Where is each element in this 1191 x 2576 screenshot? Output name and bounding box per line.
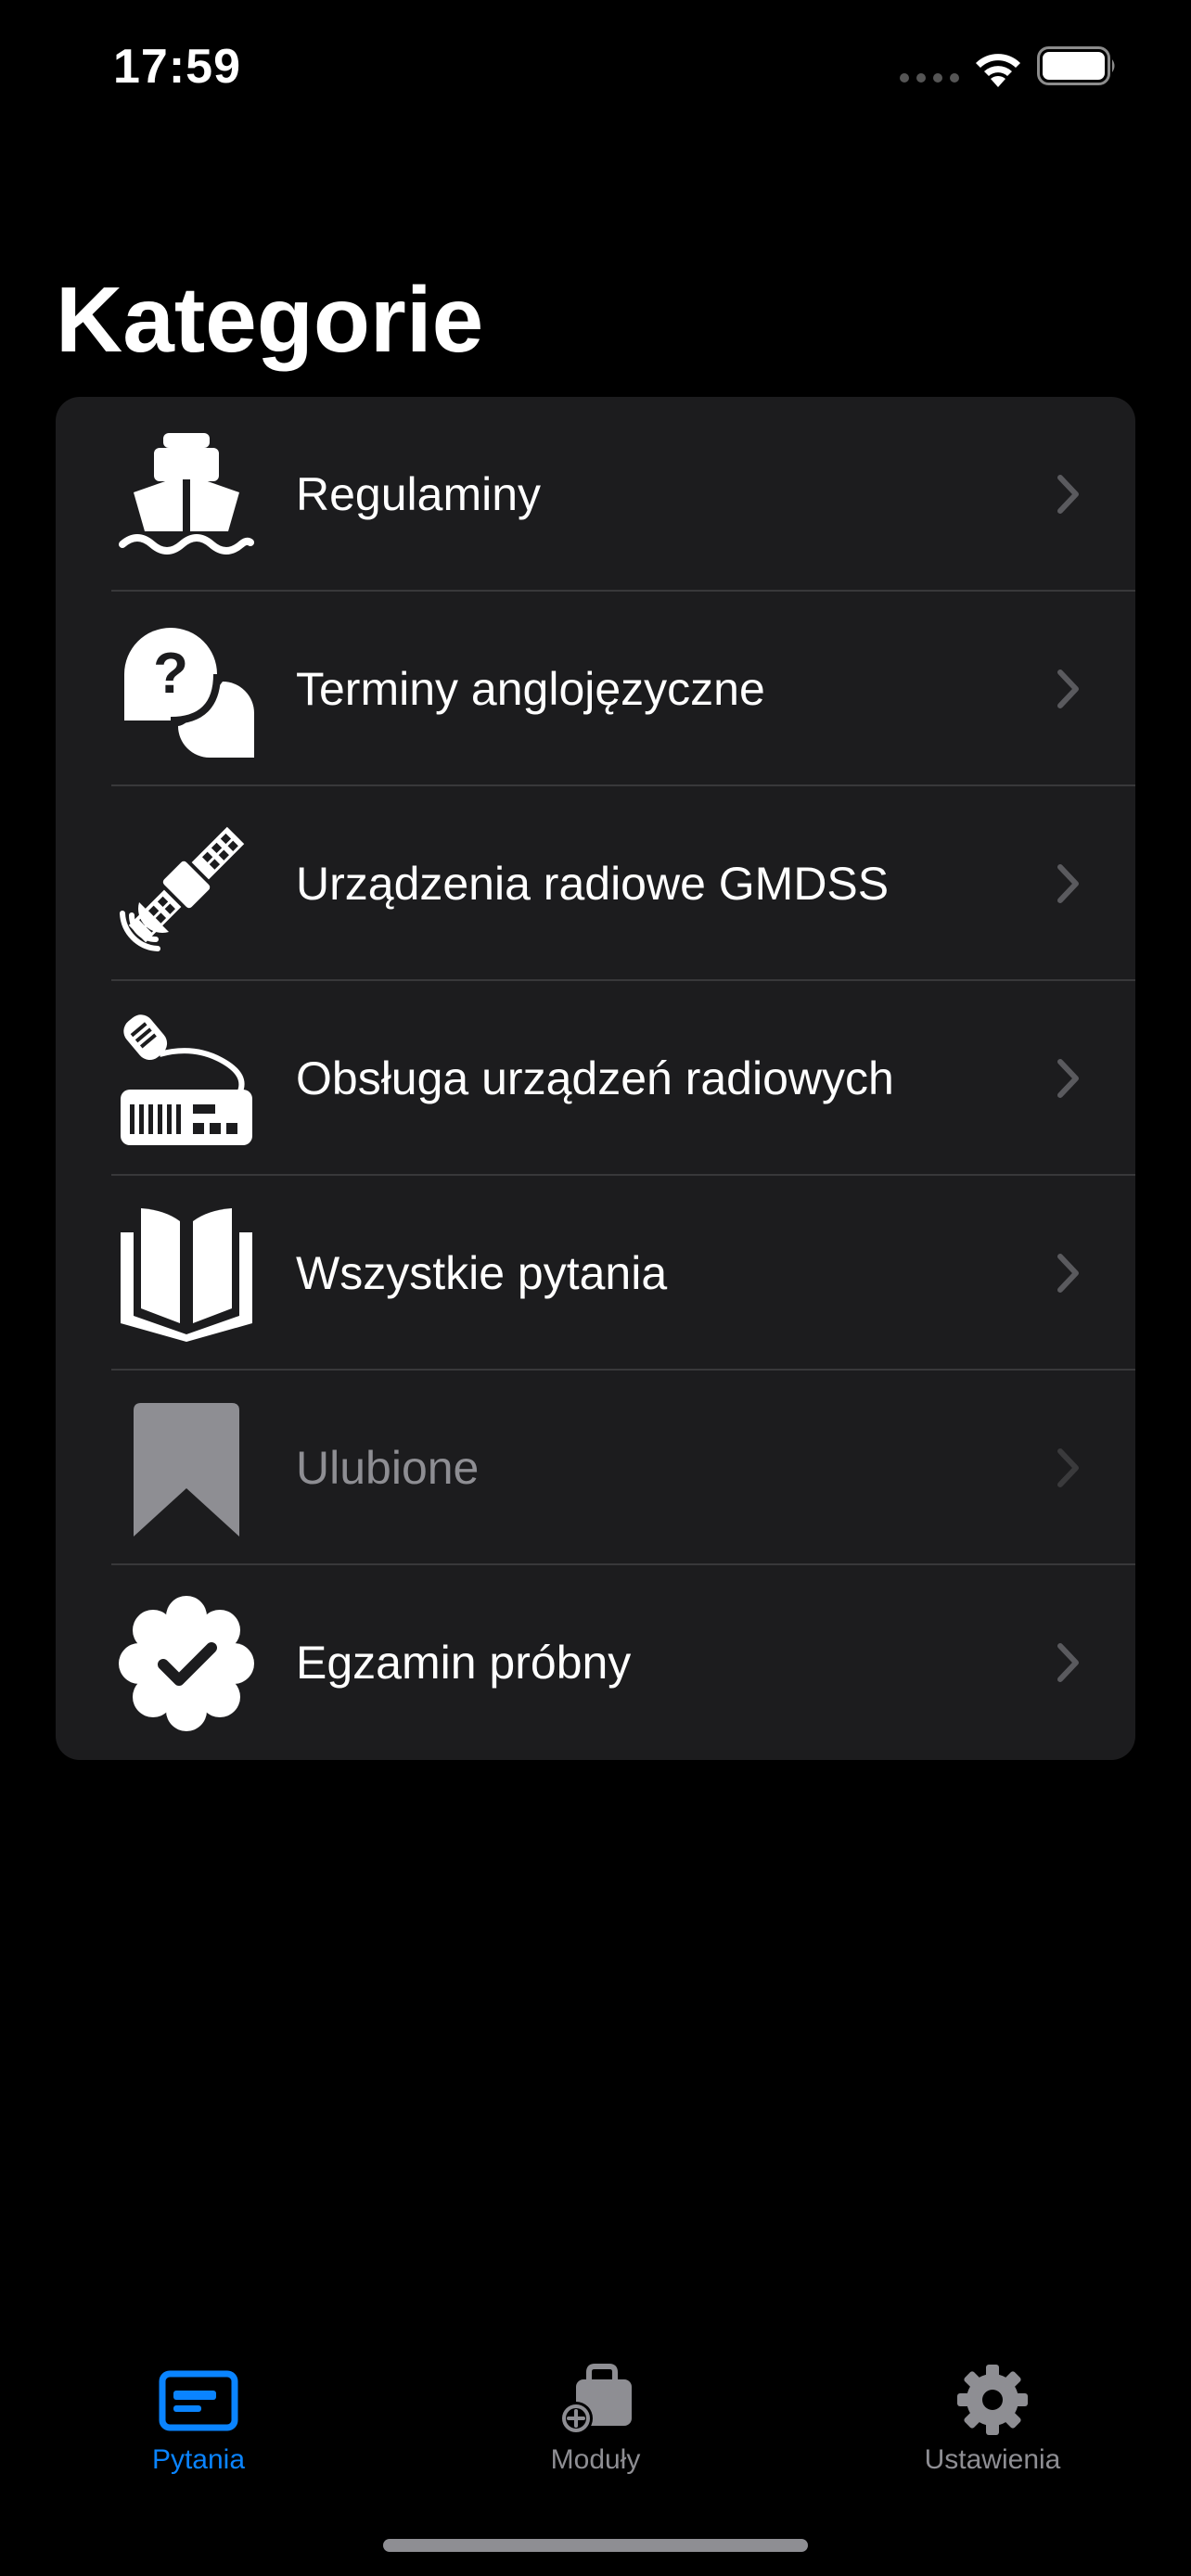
category-list: Regulaminy ? Terminy anglojęzyczne Urząd…	[56, 397, 1135, 1760]
list-item-label: Obsługa urządzeń radiowych	[296, 1052, 894, 1104]
tab-pytania[interactable]: Pytania	[59, 2337, 338, 2485]
status-time: 17:59	[113, 40, 241, 94]
list-item-ulubione[interactable]: Ulubione	[56, 1371, 1135, 1565]
chevron-right-icon	[1057, 670, 1079, 708]
wifi-icon	[976, 54, 1020, 87]
list-item-label: Egzamin próbny	[296, 1637, 632, 1689]
question-bubble-icon: ?	[124, 628, 254, 758]
satellite-icon	[120, 826, 245, 951]
card-icon	[159, 2370, 238, 2431]
page-title: Kategorie	[56, 268, 484, 372]
chevron-right-icon	[1057, 1643, 1079, 1682]
bag-add-icon	[559, 2364, 632, 2435]
status-bar: 17:59	[0, 0, 1191, 139]
list-item-label: Ulubione	[296, 1442, 480, 1494]
list-item-label: Wszystkie pytania	[296, 1247, 668, 1299]
chevron-right-icon	[1057, 1448, 1079, 1487]
book-icon	[121, 1208, 252, 1342]
list-item-label: Terminy anglojęzyczne	[296, 663, 765, 715]
chevron-right-icon	[1057, 864, 1079, 903]
list-item-wszystkie-pytania[interactable]: Wszystkie pytania	[56, 1176, 1135, 1371]
tab-label: Moduły	[550, 2444, 641, 2475]
list-item-regulaminy[interactable]: Regulaminy	[56, 397, 1135, 592]
list-item-label: Urządzenia radiowe GMDSS	[296, 858, 890, 910]
list-item-label: Regulaminy	[296, 468, 542, 520]
list-item-egzamin-probny[interactable]: Egzamin próbny	[56, 1565, 1135, 1760]
svg-text:?: ?	[153, 642, 188, 706]
chevron-right-icon	[1057, 1059, 1079, 1098]
chevron-right-icon	[1057, 475, 1079, 514]
home-indicator	[383, 2539, 808, 2552]
tab-moduly[interactable]: Moduły	[456, 2337, 735, 2485]
list-item-terminy[interactable]: ? Terminy anglojęzyczne	[56, 592, 1135, 786]
tab-ustawienia[interactable]: Ustawienia	[853, 2337, 1132, 2485]
tab-label: Pytania	[151, 2444, 246, 2475]
bookmark-icon	[134, 1403, 239, 1537]
battery-icon	[1037, 46, 1115, 85]
tab-label: Ustawienia	[924, 2444, 1061, 2475]
checkmark-seal-icon	[119, 1596, 254, 1731]
radio-device-icon	[121, 1014, 252, 1145]
gear-icon	[957, 2365, 1028, 2435]
chevron-right-icon	[1057, 1254, 1079, 1293]
list-item-urzadzenia-gmdss[interactable]: Urządzenia radiowe GMDSS	[56, 786, 1135, 981]
cellular-signal-icon	[900, 73, 959, 83]
ship-icon	[119, 433, 254, 555]
list-item-obsluga-urzadzen[interactable]: Obsługa urządzeń radiowych	[56, 981, 1135, 1176]
